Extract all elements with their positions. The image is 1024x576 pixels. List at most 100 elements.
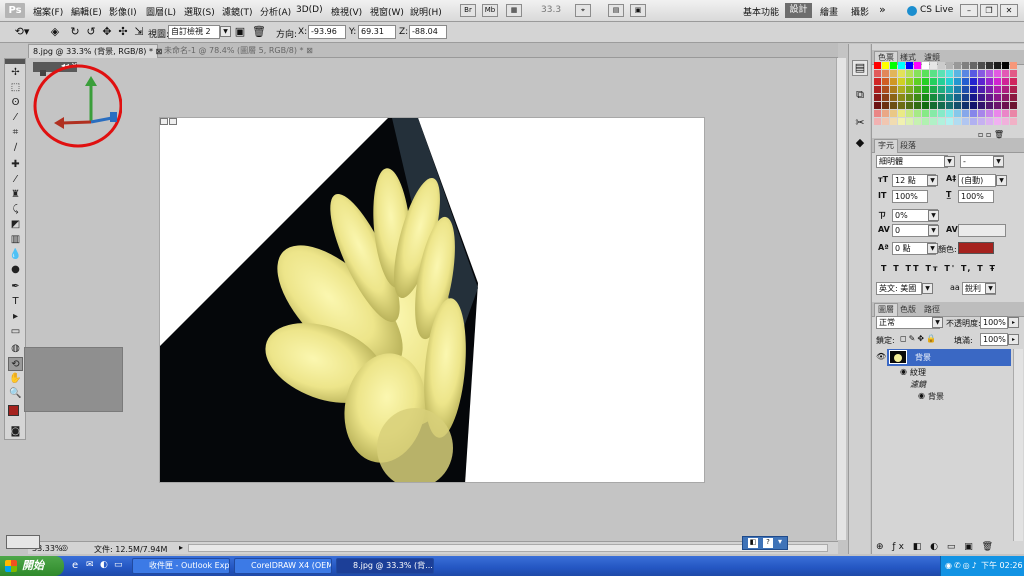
color-swatch[interactable] [898, 102, 905, 109]
actions-panel-icon[interactable]: ⧉ [852, 88, 868, 104]
color-swatch[interactable] [1002, 86, 1009, 93]
color-swatch[interactable] [890, 94, 897, 101]
arrange-docs-button[interactable]: ▤ [608, 4, 624, 17]
color-swatch[interactable] [938, 94, 945, 101]
eraser-tool-icon[interactable]: ◩ [8, 218, 23, 232]
color-swatch[interactable] [922, 62, 929, 69]
effect-eye-icon[interactable]: ◉ [918, 391, 925, 400]
superscript-button[interactable]: T' [944, 264, 956, 273]
color-swatch[interactable] [938, 118, 945, 125]
color-swatch[interactable] [970, 102, 977, 109]
color-swatch[interactable] [890, 62, 897, 69]
z-axis-handle[interactable] [90, 116, 113, 124]
menu-view[interactable]: 檢視(V) [331, 5, 362, 18]
menu-file[interactable]: 檔案(F) [33, 5, 63, 18]
pen-tool-icon[interactable]: ✒ [8, 280, 23, 294]
roll-icon[interactable]: ↺ [84, 25, 98, 39]
3d-object-tool-icon[interactable]: ◍ [8, 342, 23, 356]
dropdown-icon[interactable]: ▼ [928, 225, 939, 236]
color-swatch[interactable] [994, 86, 1001, 93]
status-arrow-icon[interactable]: ▸ [179, 543, 183, 552]
tab-document-8jpg[interactable]: 8.jpg @ 33.3% (背景, RGB/8) * ⊠ [28, 44, 162, 58]
color-swatch[interactable] [986, 118, 993, 125]
effect-item-row[interactable]: ◉ 背景 [872, 391, 1011, 403]
y-axis-arrow-icon[interactable] [85, 76, 97, 86]
widget-dropdown-icon[interactable]: ▾ [778, 537, 782, 546]
color-swatch[interactable] [922, 110, 929, 117]
underline-button[interactable]: T [977, 264, 984, 273]
blur-tool-icon[interactable]: 💧 [8, 248, 23, 262]
history-panel-icon[interactable]: ▤ [852, 60, 868, 76]
workspace-basic[interactable]: 基本功能 [743, 5, 779, 18]
color-swatch[interactable] [986, 102, 993, 109]
lock-icons[interactable]: ◻✎✥🔒 [900, 334, 938, 343]
minimize-button[interactable]: – [960, 4, 978, 17]
color-swatch[interactable] [930, 78, 937, 85]
all-caps-button[interactable]: TT [906, 264, 921, 273]
document-canvas[interactable] [159, 117, 705, 483]
color-swatch[interactable] [930, 118, 937, 125]
language-select[interactable]: 英文: 美國 [876, 282, 922, 295]
color-swatch[interactable] [970, 118, 977, 125]
close-button[interactable]: ✕ [1000, 4, 1018, 17]
menu-analysis[interactable]: 分析(A) [260, 5, 291, 18]
cslive-button[interactable]: CS Live [920, 5, 953, 15]
menu-image[interactable]: 影像(I) [109, 5, 137, 18]
color-swatch[interactable] [1002, 118, 1009, 125]
effect-group-row[interactable]: 濾鏡 [872, 379, 1011, 391]
color-swatch[interactable] [882, 94, 889, 101]
orbit-icon[interactable]: ↻ [68, 25, 82, 39]
color-swatch[interactable] [914, 62, 921, 69]
close-icon[interactable]: ⊠ [306, 46, 313, 55]
color-swatch[interactable] [946, 94, 953, 101]
layers-scrollbar[interactable] [1013, 349, 1023, 541]
color-swatch[interactable] [978, 78, 985, 85]
workspace-paint[interactable]: 繪畫 [820, 5, 838, 18]
color-swatch[interactable] [978, 62, 985, 69]
foreground-color-swatch[interactable] [8, 405, 19, 416]
color-swatch[interactable] [970, 70, 977, 77]
color-swatch[interactable] [882, 62, 889, 69]
color-swatch[interactable] [962, 78, 969, 85]
color-swatch[interactable] [954, 110, 961, 117]
faux-italic-button[interactable]: T [893, 264, 900, 273]
shape-tool-icon[interactable]: ▭ [8, 325, 23, 339]
fill-field[interactable]: 100% [980, 333, 1008, 346]
color-swatch[interactable] [994, 94, 1001, 101]
color-swatch[interactable] [970, 110, 977, 117]
color-swatch[interactable] [914, 102, 921, 109]
color-swatch[interactable] [874, 70, 881, 77]
color-swatch[interactable] [930, 110, 937, 117]
status-icon[interactable]: ◎ [61, 543, 68, 552]
save-view-icon[interactable]: ▣ [234, 25, 246, 39]
stamp-tool-icon[interactable]: ♜ [8, 188, 23, 202]
color-swatch[interactable] [874, 118, 881, 125]
color-swatch[interactable] [970, 86, 977, 93]
color-swatch[interactable] [898, 78, 905, 85]
restore-button[interactable]: ❐ [980, 4, 998, 17]
color-swatch[interactable] [906, 102, 913, 109]
color-swatch[interactable] [882, 78, 889, 85]
toolbox-grip[interactable] [5, 59, 25, 64]
dropdown-icon[interactable]: ▼ [927, 243, 938, 254]
color-swatch[interactable] [906, 94, 913, 101]
view-select[interactable]: 自訂檢視 2 [168, 25, 220, 39]
color-swatch[interactable] [874, 94, 881, 101]
color-swatch[interactable] [954, 94, 961, 101]
x-input[interactable]: -93.96 [308, 25, 346, 39]
color-swatch[interactable] [994, 110, 1001, 117]
visibility-eye-icon[interactable]: 👁 [876, 352, 886, 361]
view-dropdown-icon[interactable]: ▼ [220, 26, 231, 37]
y-input[interactable]: 69.31 [358, 25, 396, 39]
color-swatch[interactable] [922, 102, 929, 109]
color-swatch[interactable] [906, 70, 913, 77]
lasso-tool-icon[interactable]: ʘ [8, 96, 23, 110]
tab-paths[interactable]: 路徑 [924, 304, 940, 315]
color-swatch[interactable] [970, 78, 977, 85]
help-icon[interactable]: ? [763, 538, 773, 548]
tab-character[interactable]: 字元 [874, 139, 898, 153]
3d-rotate-tool-icon[interactable]: ⟲ [8, 357, 23, 371]
color-swatch[interactable] [898, 62, 905, 69]
opacity-field[interactable]: 100% [980, 316, 1008, 329]
zoom-3d-icon[interactable]: ⇲ [132, 25, 146, 39]
